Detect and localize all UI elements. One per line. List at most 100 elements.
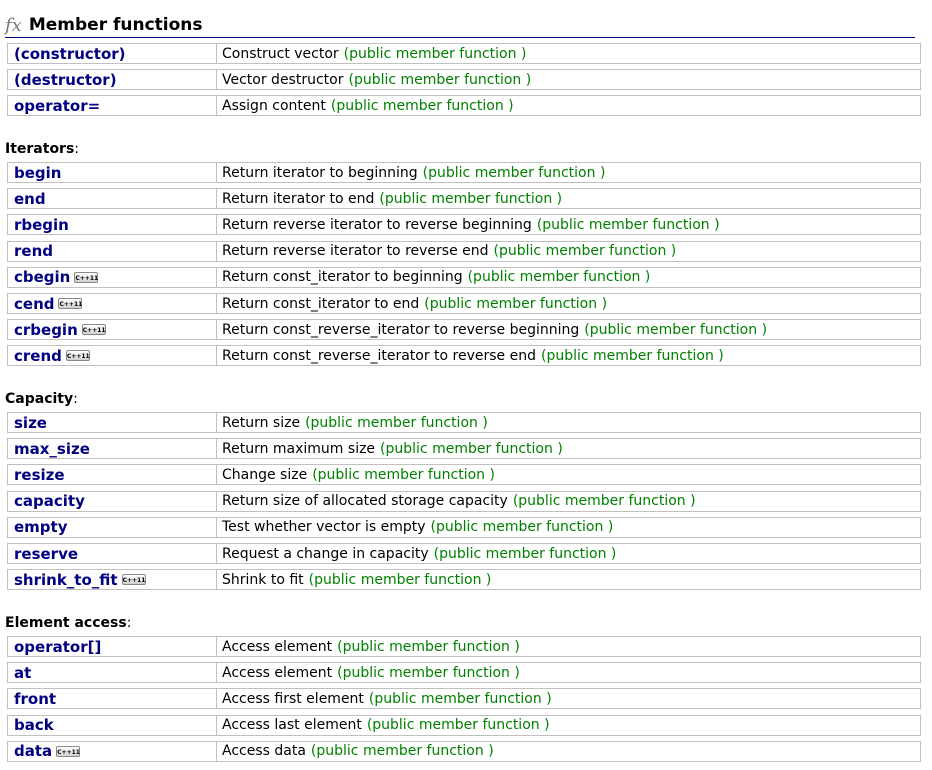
function-description: Return maximum size bbox=[222, 440, 376, 457]
function-link[interactable]: cbegin bbox=[14, 268, 70, 286]
function-kind: (public member function ) bbox=[343, 45, 527, 62]
function-name-cell: reserve bbox=[8, 544, 217, 563]
function-link[interactable]: operator= bbox=[14, 97, 100, 115]
function-name-cell: cend C++11 bbox=[8, 294, 217, 313]
function-link[interactable]: rend bbox=[14, 242, 53, 260]
function-description-cell: Access first element (public member funct… bbox=[217, 689, 920, 708]
cpp11-badge-icon[interactable]: C++11 bbox=[65, 350, 90, 362]
function-kind: (public member function ) bbox=[512, 493, 696, 510]
function-name-cell: crend C++11 bbox=[8, 346, 217, 366]
table-row: crbegin C++11 Return const_reverse_iterato… bbox=[7, 319, 921, 341]
function-link[interactable]: crbegin bbox=[14, 321, 78, 339]
function-description-cell: Return maximum size (public member functi… bbox=[217, 439, 920, 458]
function-name-cell: operator[] bbox=[8, 637, 217, 656]
function-kind: (public member function ) bbox=[368, 690, 552, 707]
function-link[interactable]: max_size bbox=[14, 440, 90, 458]
function-name-cell: rbegin bbox=[8, 215, 217, 235]
function-name-cell: shrink_to_fit C++11 bbox=[8, 570, 217, 590]
function-description: Access last element bbox=[222, 717, 362, 734]
table-row: max_size Return maximum size (public membe… bbox=[7, 438, 921, 460]
function-description: Return iterator to end bbox=[222, 190, 375, 207]
table-row: crend C++11 Return const_reverse_iterator … bbox=[7, 345, 921, 367]
cpp11-badge-icon[interactable]: C++11 bbox=[56, 745, 81, 757]
cpp11-badge-icon[interactable]: C++11 bbox=[58, 298, 83, 309]
function-link[interactable]: crend bbox=[14, 347, 62, 365]
function-description-cell: Return const_reverse_iterator to reverse… bbox=[217, 346, 920, 365]
table-row: front Access first element (public member … bbox=[7, 688, 921, 710]
function-description: Access element bbox=[222, 664, 333, 681]
function-link[interactable]: rbegin bbox=[14, 216, 69, 234]
function-description: Construct vector bbox=[222, 45, 339, 62]
table-row: cend C++11 Return const_iterator to end (pu… bbox=[7, 293, 921, 314]
function-link[interactable]: size bbox=[14, 414, 47, 432]
function-link[interactable]: empty bbox=[14, 518, 68, 536]
function-kind: (public member function ) bbox=[366, 717, 550, 734]
table-row: begin Return iterator to beginning (public… bbox=[7, 162, 921, 183]
function-link[interactable]: begin bbox=[14, 164, 61, 182]
function-kind: (public member function ) bbox=[337, 638, 520, 655]
group-label-capacity: Capacity: bbox=[5, 391, 78, 407]
group-label-text: Element access bbox=[5, 615, 127, 631]
table-row: cbegin C++11 Return const_iterator to begi… bbox=[7, 266, 921, 288]
function-link[interactable]: operator[] bbox=[14, 638, 101, 656]
function-kind: (public member function ) bbox=[493, 243, 677, 260]
group-label-colon: : bbox=[126, 615, 132, 631]
function-description-cell: Access element (public member function ) bbox=[217, 663, 920, 682]
section-header: fx Member functions bbox=[5, 10, 915, 38]
function-description: Return const_iterator to beginning bbox=[222, 269, 463, 286]
function-kind: (public member function ) bbox=[379, 190, 563, 207]
function-link[interactable]: at bbox=[14, 664, 31, 682]
function-name-cell: crbegin C++11 bbox=[8, 320, 217, 340]
function-description-cell: Return reverse iterator to reverse end (p… bbox=[217, 242, 920, 261]
function-link[interactable]: resize bbox=[14, 466, 65, 484]
cpp11-badge-icon[interactable]: C++11 bbox=[81, 324, 106, 336]
table-row: size Return size (public member function ) bbox=[7, 412, 921, 433]
function-description-cell: Assign content (public member function ) bbox=[217, 96, 920, 115]
table-row: rend Return reverse iterator to reverse e… bbox=[7, 240, 921, 262]
table-row: rbegin Return reverse iterator to reverse… bbox=[7, 214, 921, 236]
function-description-cell: Change size (public member function ) bbox=[217, 465, 920, 484]
function-description: Return const_reverse_iterator to reverse… bbox=[222, 347, 536, 364]
cpp11-badge-icon[interactable]: C++11 bbox=[121, 574, 146, 586]
function-name-cell: begin bbox=[8, 163, 217, 182]
function-kind: (public member function ) bbox=[310, 743, 494, 760]
function-description-cell: Return iterator to beginning (public memb… bbox=[217, 163, 920, 182]
function-link[interactable]: cend bbox=[14, 295, 54, 313]
function-kind: (public member function ) bbox=[433, 545, 617, 562]
function-link[interactable]: end bbox=[14, 190, 46, 208]
function-description-cell: Return iterator to end (public member fun… bbox=[217, 189, 920, 208]
function-kind: (public member function ) bbox=[308, 571, 492, 588]
function-description-cell: Construct vector (public member function … bbox=[217, 44, 920, 63]
function-description-cell: Return const_iterator to beginning (publi… bbox=[217, 268, 920, 287]
function-description: Return size bbox=[222, 414, 301, 431]
function-link[interactable]: (constructor) bbox=[14, 45, 126, 63]
function-description: Change size bbox=[222, 466, 308, 483]
function-description-cell: Test whether vector is empty (public memb… bbox=[217, 518, 920, 537]
table-row: operator[] Access element (public member f… bbox=[7, 636, 921, 657]
function-description: Return reverse iterator to reverse end bbox=[222, 243, 489, 260]
function-description-cell: Shrink to fit (public member function ) bbox=[217, 570, 920, 589]
function-description-cell: Access element (public member function ) bbox=[217, 637, 920, 656]
function-link[interactable]: data bbox=[14, 742, 52, 760]
group-label-colon: : bbox=[73, 391, 78, 407]
function-link[interactable]: (destructor) bbox=[14, 71, 117, 89]
function-link[interactable]: back bbox=[14, 716, 54, 734]
section-title: Member functions bbox=[28, 15, 203, 35]
function-description: Test whether vector is empty bbox=[222, 519, 426, 536]
group-label-text: Iterators bbox=[5, 141, 75, 157]
function-link[interactable]: front bbox=[14, 690, 56, 708]
function-name-cell: empty bbox=[8, 517, 217, 537]
table-row: (destructor) Vector destructor (public mem… bbox=[7, 69, 921, 91]
function-link[interactable]: capacity bbox=[14, 492, 85, 510]
function-kind: (public member function ) bbox=[330, 97, 514, 114]
function-kind: (public member function ) bbox=[584, 321, 768, 338]
function-kind: (public member function ) bbox=[305, 414, 488, 431]
group-label-text: Capacity bbox=[5, 391, 74, 407]
function-link[interactable]: reserve bbox=[14, 545, 78, 563]
function-link[interactable]: shrink_to_fit bbox=[14, 571, 118, 589]
function-name-cell: (destructor) bbox=[8, 70, 217, 90]
function-description: Return iterator to beginning bbox=[222, 164, 418, 181]
cpp11-badge-icon[interactable]: C++11 bbox=[74, 271, 99, 283]
table-row: back Access last element (public member fu… bbox=[7, 714, 921, 736]
function-name-cell: rend bbox=[8, 241, 217, 261]
